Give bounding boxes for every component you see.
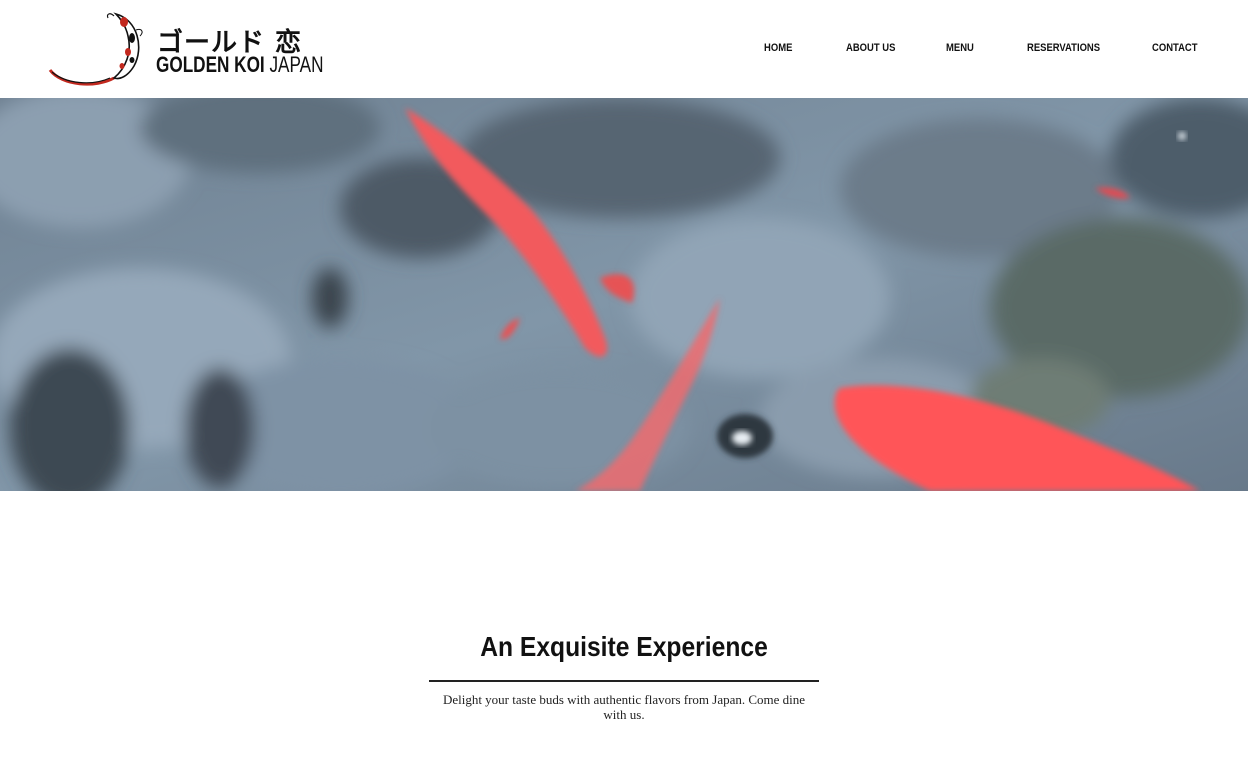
nav-contact[interactable]: CONTACT — [1152, 42, 1198, 54]
nav-about-us[interactable]: ABOUT US — [846, 42, 895, 54]
hero-koi-video — [0, 98, 1248, 491]
main-nav: HOME ABOUT US MENU RESERVATIONS CONTACT — [0, 42, 1248, 58]
nav-reservations[interactable]: RESERVATIONS — [1027, 42, 1100, 54]
site-header: ゴールド 恋 GOLDEN KOI JAPAN HOME ABOUT US ME… — [0, 0, 1248, 98]
section-title: An Exquisite Experience — [480, 631, 768, 662]
nav-home[interactable]: HOME — [764, 42, 792, 54]
section-divider — [429, 680, 819, 682]
koi-pond-image — [0, 98, 1248, 491]
section-description: Delight your taste buds with authentic f… — [442, 692, 806, 722]
intro-section: An Exquisite Experience Delight your tas… — [0, 491, 1248, 780]
nav-menu[interactable]: MENU — [946, 42, 974, 54]
